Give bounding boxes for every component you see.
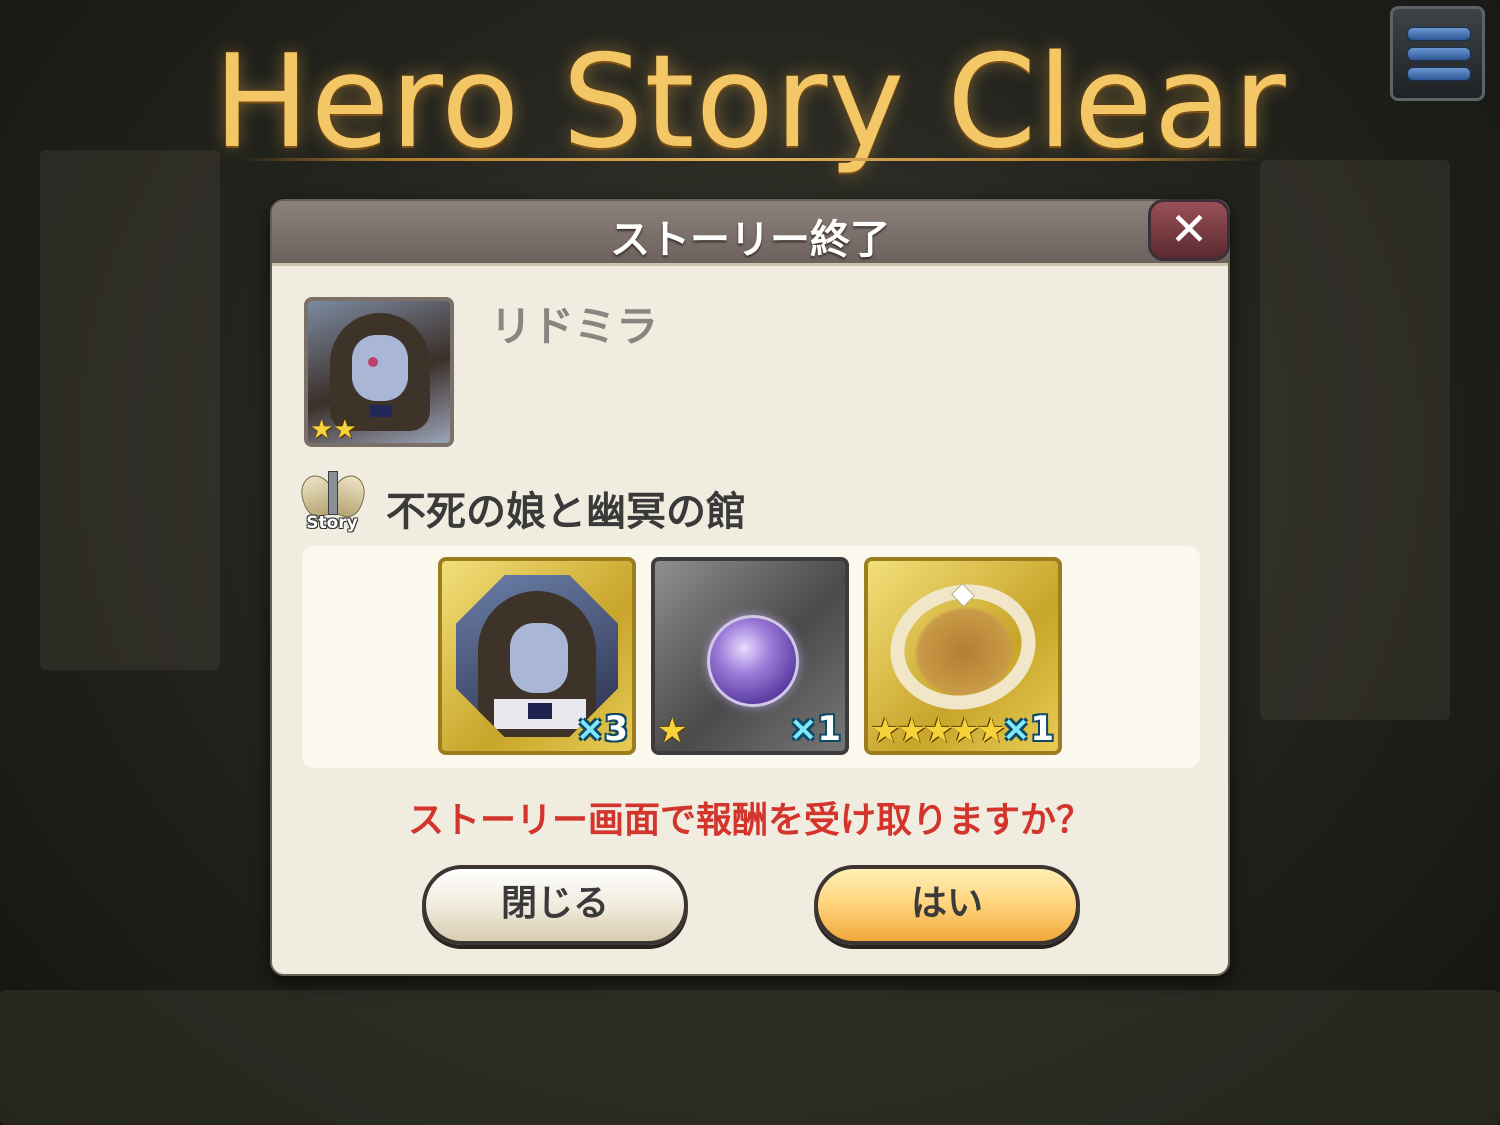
close-icon[interactable]: ✕: [1148, 199, 1230, 261]
story-complete-dialog: ストーリー終了 ✕ ★★ リドミラ Story 不死の娘と幽冥の館 ×3 ★ ×…: [270, 199, 1230, 976]
reward-count: ×3: [576, 709, 628, 749]
background-wall: [40, 150, 220, 670]
count-prefix: ×: [575, 709, 605, 749]
reward-rarity-stars: ★: [657, 711, 688, 751]
sword-icon: [328, 471, 338, 515]
menu-bar: [1407, 47, 1471, 61]
reward-panel: ×3 ★ ×1 ★★★★★ ×1: [302, 546, 1200, 768]
hero-name: リドミラ: [490, 302, 659, 351]
dialog-title: ストーリー終了: [610, 217, 890, 263]
background-floor: [0, 990, 1500, 1125]
hero-portrait[interactable]: ★★: [304, 297, 454, 447]
yes-button[interactable]: はい: [814, 865, 1080, 945]
portrait-ribbon: [370, 405, 392, 417]
hero-rarity-stars: ★★: [310, 415, 357, 445]
count-value: 3: [604, 709, 628, 749]
purple-orb-icon: [707, 615, 799, 707]
story-title: 不死の娘と幽冥の館: [386, 489, 746, 535]
portrait-face: [352, 335, 408, 401]
count-prefix: ×: [1001, 709, 1031, 749]
reward-ring[interactable]: ★★★★★ ×1: [864, 557, 1062, 755]
count-value: 1: [1030, 709, 1054, 749]
count-prefix: ×: [788, 709, 818, 749]
dialog-header: ストーリー終了: [272, 201, 1228, 266]
menu-bar: [1407, 67, 1471, 81]
reward-count: ×1: [1002, 709, 1054, 749]
menu-bar: [1407, 27, 1471, 41]
reward-count: ×1: [789, 709, 841, 749]
count-value: 1: [817, 709, 841, 749]
reward-hero-shard[interactable]: ×3: [438, 557, 636, 755]
reward-rarity-stars: ★★★★★: [870, 711, 1006, 751]
reward-prompt: ストーリー画面で報酬を受け取りますか？: [407, 800, 1092, 841]
background-wall: [1260, 160, 1450, 720]
story-icon-label: Story: [306, 513, 358, 533]
story-icon: Story: [295, 470, 371, 537]
shard-bow: [528, 703, 552, 719]
hero-story-clear-banner: Hero Story Clear: [213, 28, 1287, 177]
shard-face: [510, 623, 568, 693]
portrait-eye: [368, 357, 378, 367]
close-button[interactable]: 閉じる: [422, 865, 688, 945]
reward-orb[interactable]: ★ ×1: [651, 557, 849, 755]
banner-divider: [240, 158, 1260, 161]
hamburger-menu-icon[interactable]: [1390, 6, 1485, 101]
